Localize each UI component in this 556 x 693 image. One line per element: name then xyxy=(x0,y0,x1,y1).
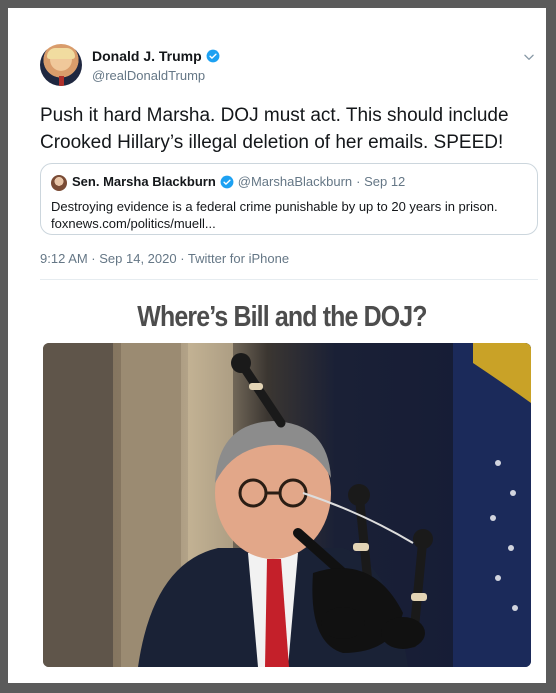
quoted-author-name: Sen. Marsha Blackburn xyxy=(72,174,216,189)
photo-man-playing-bagpipes xyxy=(43,343,531,667)
image-frame: Donald J. Trump @realDonaldTrump Push it… xyxy=(0,0,556,693)
author-handle[interactable]: @realDonaldTrump xyxy=(92,68,205,83)
quoted-tweet[interactable]: Sen. Marsha Blackburn @MarshaBlackburn ·… xyxy=(40,163,538,235)
quoted-header: Sen. Marsha Blackburn @MarshaBlackburn ·… xyxy=(72,174,405,189)
chevron-down-icon[interactable] xyxy=(522,50,536,64)
tweet-text: Push it hard Marsha. DOJ must act. This … xyxy=(40,105,509,153)
quoted-text: Destroying evidence is a federal crime p… xyxy=(51,198,531,232)
quoted-link[interactable]: foxnews.com/politics/muell... xyxy=(51,215,531,232)
meme-caption: Where’s Bill and the DOJ? xyxy=(137,301,427,333)
quoted-avatar xyxy=(51,175,67,191)
tweet-timestamp[interactable]: 9:12 AM · Sep 14, 2020 · Twitter for iPh… xyxy=(40,251,289,266)
tweet-card: Donald J. Trump @realDonaldTrump Push it… xyxy=(22,22,542,674)
avatar-hair xyxy=(47,48,75,59)
avatar-tie xyxy=(59,76,64,86)
quoted-body: Destroying evidence is a federal crime p… xyxy=(51,199,498,214)
author-name[interactable]: Donald J. Trump xyxy=(92,48,202,64)
author-name-row[interactable]: Donald J. Trump xyxy=(92,48,220,64)
avatar[interactable] xyxy=(40,44,82,86)
quoted-date: · Sep 12 xyxy=(356,174,406,189)
divider xyxy=(40,279,538,280)
verified-badge-icon xyxy=(206,49,220,63)
quoted-handle: @MarshaBlackburn xyxy=(237,174,353,189)
bagpipes-illustration xyxy=(43,343,531,667)
verified-badge-icon xyxy=(220,175,234,188)
